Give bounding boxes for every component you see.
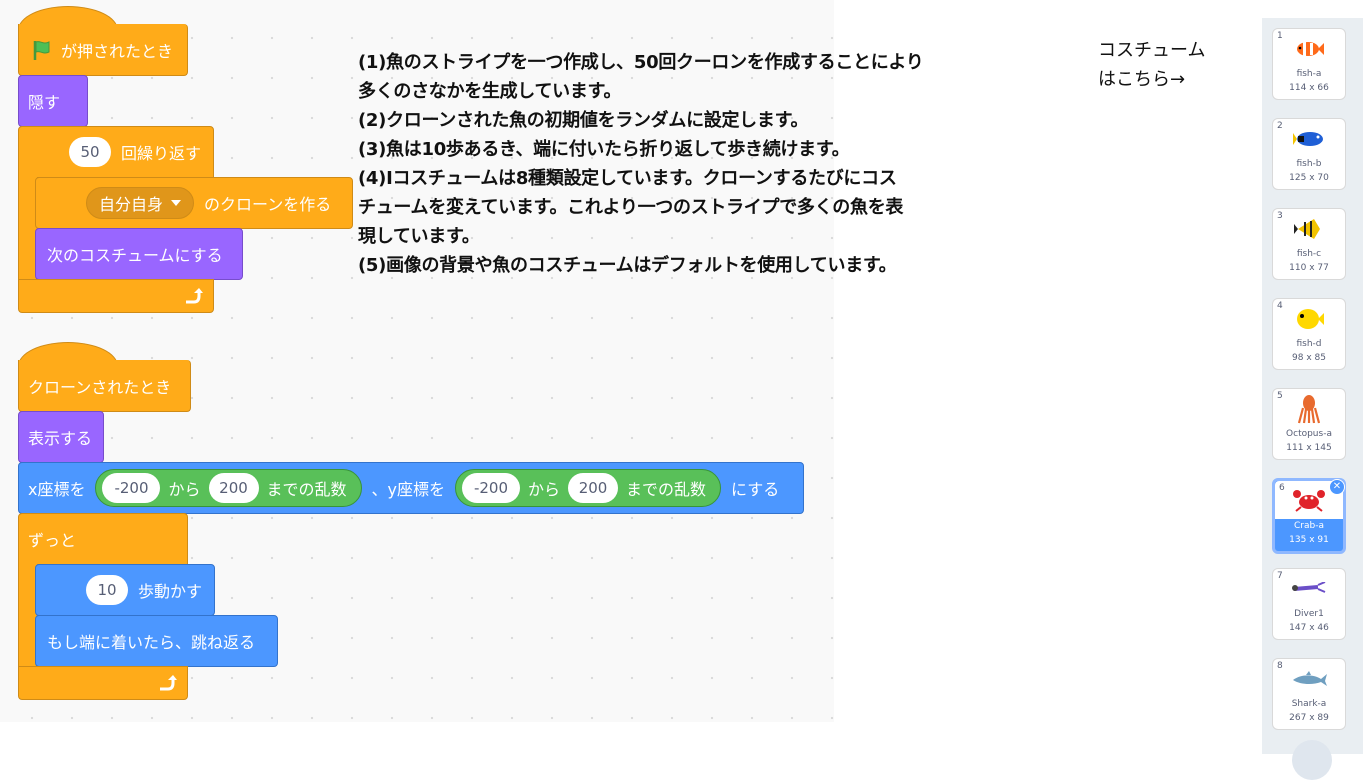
steps-input[interactable]: 10 (86, 575, 128, 605)
costume-card-shark-a[interactable]: 8 Shark-a 267 x 89 (1272, 658, 1346, 730)
bounce-label: もし端に着いたら、跳ね返る (47, 633, 256, 652)
delete-costume-icon[interactable]: ✕ (1329, 479, 1345, 495)
note-line: (3)魚は10歩あるき、端に付いたら折り返して歩き続けます。 (358, 139, 850, 160)
y-random-suffix: までの乱数 (626, 480, 707, 499)
note-line: 多くのさなかを生成しています。 (358, 81, 622, 102)
costume-size: 114 x 66 (1289, 83, 1329, 93)
y-prefix-label: 、y座標を (371, 480, 445, 499)
costume-name: Crab-a (1294, 521, 1324, 531)
note-line: 現しています。 (358, 226, 480, 247)
costume-card-crab-a[interactable]: 6 ✕ Crab-a 135 x 91 (1272, 478, 1346, 554)
clone-label: のクローンを作る (204, 195, 332, 214)
costume-card-octopus-a[interactable]: 5 Octopus-a 111 x 145 (1272, 388, 1346, 460)
x-from-word: から (168, 480, 201, 499)
add-costume-circle[interactable] (1292, 740, 1332, 780)
next-costume-block[interactable]: 次のコスチュームにする (35, 228, 243, 280)
show-block[interactable]: 表示する (18, 411, 104, 463)
costume-name: Octopus-a (1286, 429, 1332, 439)
y-from-word: から (528, 480, 561, 499)
set-suffix-label: にする (731, 480, 780, 499)
loop-arrow-icon (160, 675, 177, 691)
hat-label: が押されたとき (61, 41, 174, 61)
forever-block-bottom (18, 666, 188, 700)
forever-label: ずっと (28, 531, 77, 550)
next-costume-label: 次のコスチュームにする (47, 246, 223, 265)
costume-card-fish-d[interactable]: 4 fish-d 98 x 85 (1272, 298, 1346, 370)
move-label: 歩動かす (138, 582, 203, 601)
x-prefix-label: x座標を (28, 480, 86, 499)
hide-block[interactable]: 隠す (18, 75, 88, 127)
costume-hint: コスチューム はこちら→ (1098, 36, 1205, 94)
diver-icon (1273, 577, 1345, 601)
costume-size: 147 x 46 (1289, 623, 1329, 633)
clownfish-icon (1273, 37, 1345, 61)
clone-hat-label: クローンされたとき (28, 377, 172, 397)
shark-icon (1273, 667, 1345, 691)
loop-arrow-icon (186, 288, 203, 304)
repeat-label: 回繰り返す (121, 144, 202, 163)
costume-name: Diver1 (1294, 609, 1324, 619)
repeat-block-bottom (18, 279, 214, 313)
x-random-block[interactable]: -200 から 200 までの乱数 (95, 469, 362, 507)
x-from-input[interactable]: -200 (102, 473, 161, 503)
costume-card-fish-b[interactable]: 2 fish-b 125 x 70 (1272, 118, 1346, 190)
when-flag-clicked-block[interactable]: が押されたとき (18, 24, 188, 76)
costume-name: fish-a (1296, 69, 1322, 79)
repeat-count-input[interactable]: 50 (69, 137, 111, 167)
costume-number: 6 (1279, 483, 1285, 493)
hide-label: 隠す (28, 93, 61, 112)
note-line: (1)魚のストライプを一つ作成し、50回クーロンを作成することにより (358, 52, 924, 73)
note-line: (5)画像の背景や魚のコスチュームはデフォルトを使用しています。 (358, 255, 897, 276)
costume-list[interactable]: 1 fish-a 114 x 66 2 fish-b 125 x 70 3 fi… (1262, 18, 1363, 780)
yellow-fish-icon (1273, 307, 1345, 331)
note-line: (4)Iコスチュームは8種類設定しています。クローンするたびにコス (358, 168, 897, 189)
explanation-notes: (1)魚のストライプを一つ作成し、50回クーロンを作成することにより 多くのさな… (358, 48, 924, 280)
blue-fish-icon (1273, 127, 1345, 151)
costume-size: 98 x 85 (1292, 353, 1326, 363)
costume-hint-line: コスチューム (1098, 40, 1206, 61)
goto-xy-block[interactable]: x座標を -200 から 200 までの乱数 、y座標を -200 から 200… (18, 462, 804, 514)
repeat-block[interactable]: 50 回繰り返す (18, 126, 214, 178)
costume-size: 125 x 70 (1289, 173, 1329, 183)
y-from-input[interactable]: -200 (462, 473, 520, 503)
octopus-icon (1273, 393, 1345, 425)
costume-card-fish-c[interactable]: 3 fish-c 110 x 77 (1272, 208, 1346, 280)
clone-target-value: 自分自身 (99, 195, 164, 214)
costume-card-fish-a[interactable]: 1 fish-a 114 x 66 (1272, 28, 1346, 100)
costume-size: 110 x 77 (1289, 263, 1329, 273)
green-flag-icon (33, 40, 50, 60)
costume-hint-line: はこちら→ (1098, 69, 1186, 90)
move-steps-block[interactable]: 10 歩動かす (35, 564, 215, 616)
clone-target-dropdown[interactable]: 自分自身 (86, 187, 195, 219)
costume-name: fish-d (1296, 339, 1322, 349)
costume-name: fish-c (1296, 249, 1322, 259)
x-to-input[interactable]: 200 (208, 473, 259, 503)
note-line: (2)クローンされた魚の初期値をランダムに設定します。 (358, 110, 809, 131)
create-clone-block[interactable]: 自分自身 のクローンを作る (35, 177, 353, 229)
bounce-block[interactable]: もし端に着いたら、跳ね返る (35, 615, 278, 667)
show-label: 表示する (28, 429, 93, 448)
note-line: チュームを変えています。これより一つのストライプで多くの魚を表 (358, 197, 904, 218)
costume-card-diver1[interactable]: 7 Diver1 147 x 46 (1272, 568, 1346, 640)
costume-size: 135 x 91 (1289, 535, 1329, 545)
costume-size: 111 x 145 (1286, 443, 1332, 453)
y-random-block[interactable]: -200 から 200 までの乱数 (455, 469, 722, 507)
x-random-suffix: までの乱数 (266, 480, 347, 499)
costume-name: Shark-a (1291, 699, 1327, 709)
y-to-input[interactable]: 200 (568, 473, 619, 503)
costume-name: fish-b (1296, 159, 1322, 169)
costume-size: 267 x 89 (1289, 713, 1329, 723)
forever-block[interactable]: ずっと (18, 513, 188, 565)
angelfish-icon (1273, 217, 1345, 241)
dropdown-arrow-icon (171, 199, 182, 206)
when-cloned-block[interactable]: クローンされたとき (18, 360, 191, 412)
